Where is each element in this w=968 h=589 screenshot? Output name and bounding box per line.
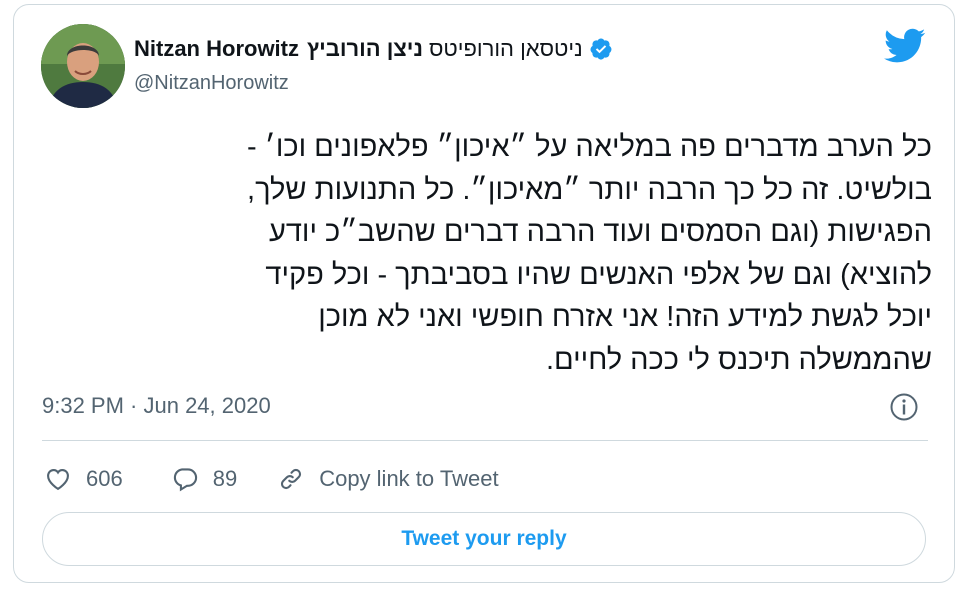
tweet-text-line: כל הערב מדברים פה במליאה על ״איכון״ פלאפ… xyxy=(246,131,932,163)
author-display-name-hebrew[interactable]: ניצן הורוביץ xyxy=(307,36,423,62)
verified-badge-icon xyxy=(590,38,612,60)
speech-bubble-icon xyxy=(173,468,197,492)
tweet-text-line: יוכל לגשת למידע הזה! אני אזרח חופשי ואני… xyxy=(318,301,932,333)
tweet-text-line: בולשיט. זה כל כך הרבה יותר ״מאיכון״. כל … xyxy=(247,173,932,206)
like-count: 606 xyxy=(86,466,123,491)
author-display-name[interactable]: Nitzan Horowitz xyxy=(134,36,299,62)
link-icon xyxy=(281,468,302,490)
tweet-text: כל הערב מדברים פה במליאה על ״איכון״ פלאפ… xyxy=(40,126,932,381)
divider xyxy=(42,440,928,441)
author-name-row[interactable]: Nitzan Horowitz ניצן הורוביץ ניטסאן הורו… xyxy=(134,34,613,64)
tweet-actions: 606 89 Copy link to Tweet xyxy=(44,462,499,496)
avatar[interactable] xyxy=(41,24,125,108)
author-handle[interactable]: @NitzanHorowitz xyxy=(134,72,289,95)
like-button[interactable]: 606 xyxy=(44,465,123,493)
reply-count: 89 xyxy=(212,466,238,491)
author-display-name-transliteration[interactable]: ניטסאן הורופיטס xyxy=(429,36,583,62)
tweet-timestamp[interactable]: 9:32 PM · Jun 24, 2020 xyxy=(42,393,271,419)
heart-icon xyxy=(47,468,69,491)
tweet-your-reply-button[interactable]: Tweet your reply xyxy=(42,512,926,566)
copy-link-label: Copy link to Tweet xyxy=(319,466,499,491)
tweet-text-line: שהממשלה תיכנס לי ככה לחיים. xyxy=(546,343,932,376)
twitter-bird-icon[interactable] xyxy=(884,28,926,64)
copy-link-button[interactable]: Copy link to Tweet xyxy=(277,465,499,493)
info-icon[interactable] xyxy=(889,392,919,422)
tweet-text-line: להוציא) וגם של אלפי האנשים שהיו בסביבתך … xyxy=(265,258,932,291)
reply-button[interactable]: 89 xyxy=(171,465,237,493)
tweet-text-line: הפגישות (וגם הסמסים ועוד הרבה דברים שהשב… xyxy=(268,216,932,248)
